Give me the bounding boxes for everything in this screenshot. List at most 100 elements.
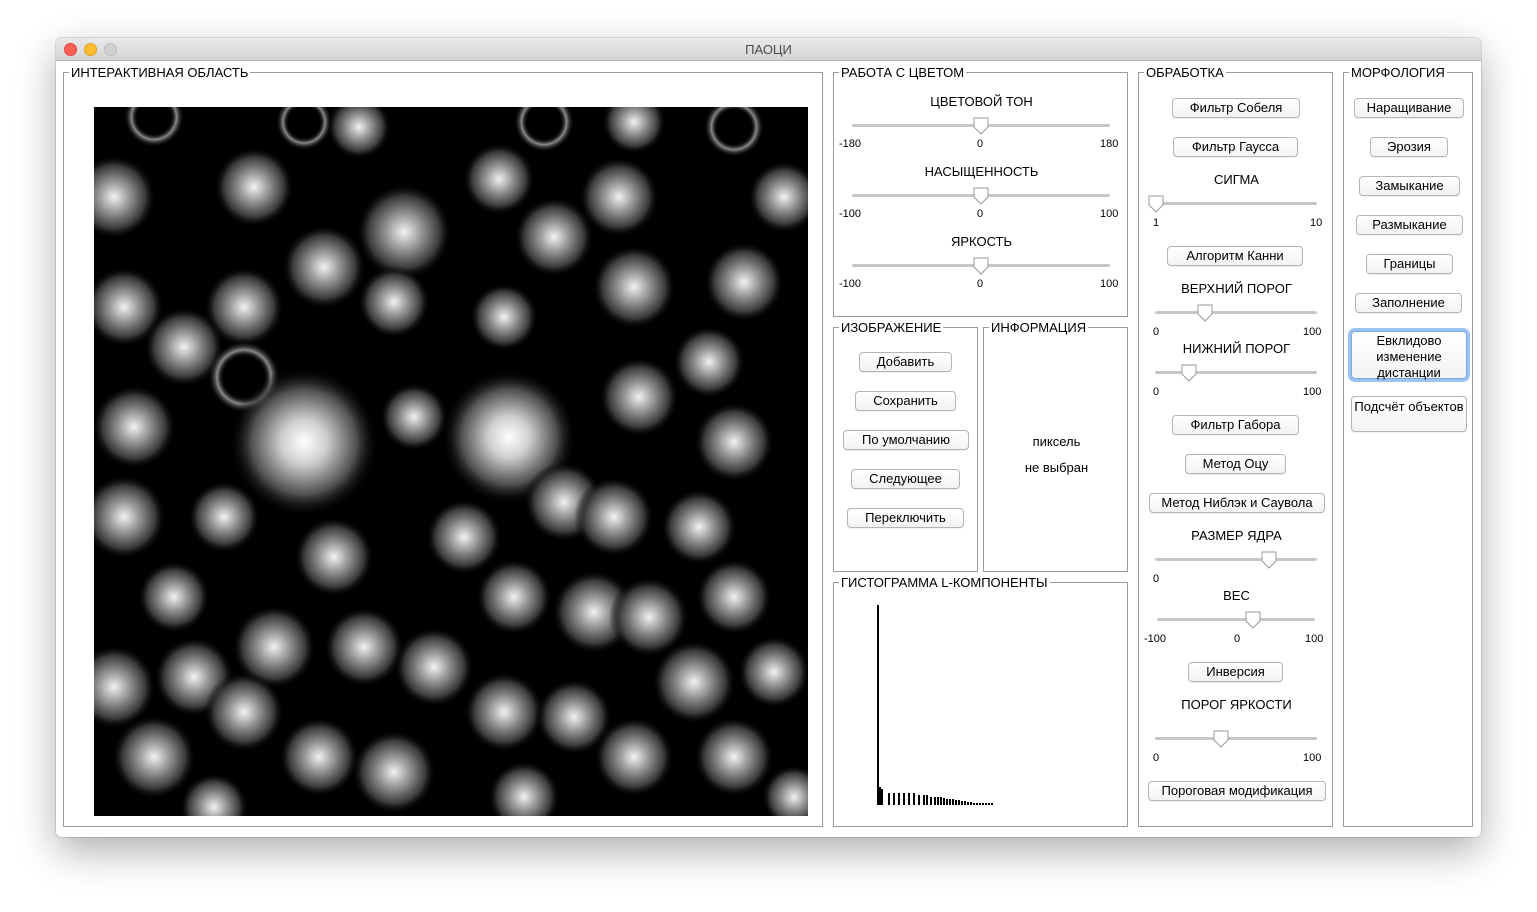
image-blob: [673, 326, 745, 398]
sigma-slider-thumb[interactable]: [1148, 195, 1164, 213]
histogram-bar: [879, 787, 881, 805]
histogram-bar: [877, 605, 879, 805]
histogram-bar: [991, 803, 993, 805]
lower-threshold-min: 0: [1153, 386, 1160, 398]
histogram-bar: [946, 799, 948, 805]
kernel-size-slider-thumb[interactable]: [1261, 551, 1277, 569]
weight-label: ВЕС: [1223, 588, 1250, 603]
image-blob: [592, 245, 676, 329]
saturation-min: -100: [839, 208, 862, 220]
image-blob: [476, 559, 552, 635]
upper-threshold-min: 0: [1153, 326, 1160, 338]
info-group: ИНФОРМАЦИЯ пиксель не выбран: [983, 320, 1128, 572]
histogram-bar: [898, 793, 900, 805]
image-blob: [574, 477, 654, 557]
interactive-area-title: ИНТЕРАКТИВНАЯ ОБЛАСТЬ: [69, 65, 251, 80]
upper-threshold-max: 100: [1303, 326, 1322, 338]
threshold-modification-button[interactable]: Пороговая модификация: [1148, 781, 1326, 801]
lower-threshold-slider-thumb[interactable]: [1181, 364, 1197, 382]
add-button[interactable]: Добавить: [859, 352, 952, 372]
sigma-slider-track[interactable]: [1155, 202, 1317, 205]
histogram-bar: [893, 793, 895, 805]
info-line-2: не выбран: [1024, 460, 1089, 475]
default-button[interactable]: По умолчанию: [843, 430, 969, 450]
image-canvas[interactable]: [94, 107, 808, 816]
inversion-button[interactable]: Инверсия: [1188, 662, 1283, 682]
weight-slider-track[interactable]: [1157, 618, 1315, 621]
gabor-button[interactable]: Фильтр Габора: [1172, 415, 1299, 435]
kernel-size-label: РАЗМЕР ЯДРА: [1191, 528, 1282, 543]
erosion-button[interactable]: Эрозия: [1370, 137, 1448, 157]
otsu-button[interactable]: Метод Оцу: [1185, 454, 1286, 474]
brightness-threshold-slider-track[interactable]: [1155, 737, 1317, 740]
canny-button[interactable]: Алгоритм Канни: [1167, 246, 1303, 266]
closing-button[interactable]: Замыкание: [1359, 176, 1460, 196]
hue-min: -180: [839, 138, 862, 150]
histogram-bar: [903, 793, 905, 805]
histogram-bar: [949, 799, 951, 805]
lower-threshold-slider-track[interactable]: [1155, 371, 1317, 374]
histogram-bar: [973, 803, 975, 805]
saturation-slider-thumb[interactable]: [973, 187, 989, 205]
brightness-label: ЯРКОСТЬ: [950, 234, 1013, 249]
sobel-button[interactable]: Фильтр Собеля: [1172, 98, 1300, 118]
gauss-button[interactable]: Фильтр Гаусса: [1173, 137, 1298, 157]
image-blob: [276, 107, 332, 150]
image-blob: [488, 761, 560, 816]
histogram-bar: [955, 800, 957, 805]
next-button[interactable]: Следующее: [851, 469, 960, 489]
switch-button[interactable]: Переключить: [847, 508, 964, 528]
brightness-slider-thumb[interactable]: [973, 257, 989, 275]
image-blob: [204, 672, 284, 752]
image-blob: [180, 773, 248, 816]
fill-button[interactable]: Заполнение: [1355, 293, 1462, 313]
image-blob: [394, 627, 474, 707]
upper-threshold-slider-thumb[interactable]: [1197, 304, 1213, 322]
histogram-bar: [937, 797, 939, 805]
count-objects-button[interactable]: Подсчёт объектов: [1351, 396, 1467, 432]
morphology-group: МОРФОЛОГИЯ Наращивание Эрозия Замыкание …: [1343, 65, 1473, 827]
histogram-bar: [961, 801, 963, 805]
borders-button[interactable]: Границы: [1366, 254, 1453, 274]
image-blob: [358, 266, 430, 338]
image-blob: [356, 184, 452, 280]
processing-group-title: ОБРАБОТКА: [1144, 65, 1226, 80]
histogram-bar: [918, 795, 920, 805]
image-group: ИЗОБРАЖЕНИЕ Добавить Сохранить По умолча…: [833, 320, 978, 572]
brightness-min: -100: [839, 278, 862, 290]
hue-slider-thumb[interactable]: [973, 117, 989, 135]
histogram-bar: [908, 793, 910, 805]
image-blob: [464, 672, 544, 752]
histogram-bar: [952, 799, 954, 805]
upper-threshold-slider-track[interactable]: [1155, 311, 1317, 314]
kernel-size-slider-track[interactable]: [1155, 558, 1317, 561]
histogram-bar: [979, 803, 981, 805]
niblack-sauvola-button[interactable]: Метод Ниблэк и Саувола: [1149, 493, 1325, 513]
histogram-bar: [943, 798, 945, 805]
sigma-max: 10: [1310, 217, 1323, 229]
image-blob: [599, 357, 679, 437]
histogram-bar: [913, 793, 915, 805]
opening-button[interactable]: Размыкание: [1356, 215, 1463, 235]
hue-label: ЦВЕТОВОЙ ТОН: [930, 94, 1033, 109]
euclidean-distance-button[interactable]: Евклидово изменение дистанции: [1351, 331, 1467, 380]
image-blob: [652, 640, 736, 724]
image-blob: [661, 489, 737, 565]
save-button[interactable]: Сохранить: [855, 391, 956, 411]
histogram-bar: [970, 802, 972, 805]
image-blob: [352, 730, 436, 814]
weight-slider-thumb[interactable]: [1245, 611, 1261, 629]
image-blob: [324, 607, 404, 687]
brightness-threshold-slider-thumb[interactable]: [1213, 730, 1229, 748]
sigma-min: 1: [1153, 217, 1160, 229]
image-blob: [188, 481, 260, 553]
dilation-button[interactable]: Наращивание: [1354, 98, 1464, 118]
image-blob: [704, 107, 764, 157]
weight-mid: 0: [1234, 633, 1241, 645]
histogram-bar: [976, 803, 978, 805]
image-group-title: ИЗОБРАЖЕНИЕ: [839, 320, 944, 335]
sigma-label: СИГМА: [1214, 172, 1259, 187]
interactive-area-group: ИНТЕРАКТИВНАЯ ОБЛАСТЬ: [63, 65, 823, 827]
histogram-bar: [923, 795, 925, 805]
histogram-bar: [964, 801, 966, 805]
